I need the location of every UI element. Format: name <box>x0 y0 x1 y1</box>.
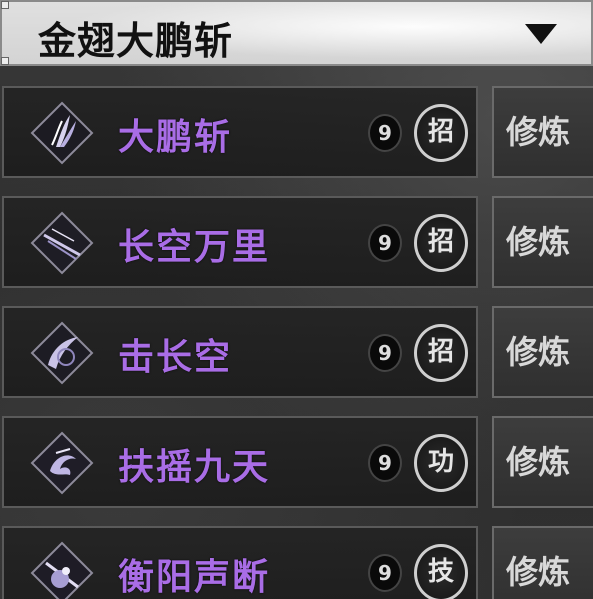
skill-type-badge: 技 <box>414 544 468 599</box>
sound-break-icon <box>30 541 94 599</box>
skill-type-badge: 招 <box>414 104 468 162</box>
crescent-strike-icon <box>30 321 94 385</box>
skill-list-screen: 金翅大鹏斩 大鹏斩 9 招 修炼 长空万里 9 招 修炼 击长空 9 招 修炼 … <box>0 0 593 599</box>
train-button[interactable]: 修炼 <box>492 416 593 508</box>
feather-slash-icon <box>30 101 94 165</box>
train-button[interactable]: 修炼 <box>492 196 593 288</box>
sky-streak-icon <box>30 211 94 275</box>
skill-level-badge: 9 <box>368 554 402 592</box>
whirlwind-icon <box>30 431 94 495</box>
skill-level-badge: 9 <box>368 334 402 372</box>
skill-row-panel[interactable]: 扶摇九天 9 功 <box>2 416 478 508</box>
skill-name: 扶摇九天 <box>118 447 271 488</box>
skill-row: 长空万里 9 招 修炼 <box>0 196 593 290</box>
skill-row-panel[interactable]: 衡阳声断 9 技 <box>2 526 478 599</box>
chevron-down-icon[interactable] <box>525 24 557 44</box>
dropdown-selected-value: 金翅大鹏斩 <box>38 19 234 63</box>
train-button[interactable]: 修炼 <box>492 86 593 178</box>
skill-type-badge: 招 <box>414 324 468 382</box>
skill-dropdown[interactable]: 金翅大鹏斩 <box>0 0 593 66</box>
skill-row-panel[interactable]: 大鹏斩 9 招 <box>2 86 478 178</box>
skill-row-panel[interactable]: 击长空 9 招 <box>2 306 478 398</box>
skill-level-badge: 9 <box>368 114 402 152</box>
skill-name: 长空万里 <box>118 227 271 268</box>
header-corner-decoration <box>1 57 9 65</box>
header-corner-decoration <box>1 1 9 9</box>
skill-name: 衡阳声断 <box>118 557 271 598</box>
skill-row: 击长空 9 招 修炼 <box>0 306 593 400</box>
train-button[interactable]: 修炼 <box>492 306 593 398</box>
train-button[interactable]: 修炼 <box>492 526 593 599</box>
skill-row: 衡阳声断 9 技 修炼 <box>0 526 593 599</box>
skill-name: 击长空 <box>118 337 233 378</box>
skill-row-panel[interactable]: 长空万里 9 招 <box>2 196 478 288</box>
skill-level-badge: 9 <box>368 444 402 482</box>
skill-name: 大鹏斩 <box>118 117 233 158</box>
skill-type-badge: 功 <box>414 434 468 492</box>
skill-row: 扶摇九天 9 功 修炼 <box>0 416 593 510</box>
skill-row: 大鹏斩 9 招 修炼 <box>0 86 593 180</box>
skill-type-badge: 招 <box>414 214 468 272</box>
skill-level-badge: 9 <box>368 224 402 262</box>
